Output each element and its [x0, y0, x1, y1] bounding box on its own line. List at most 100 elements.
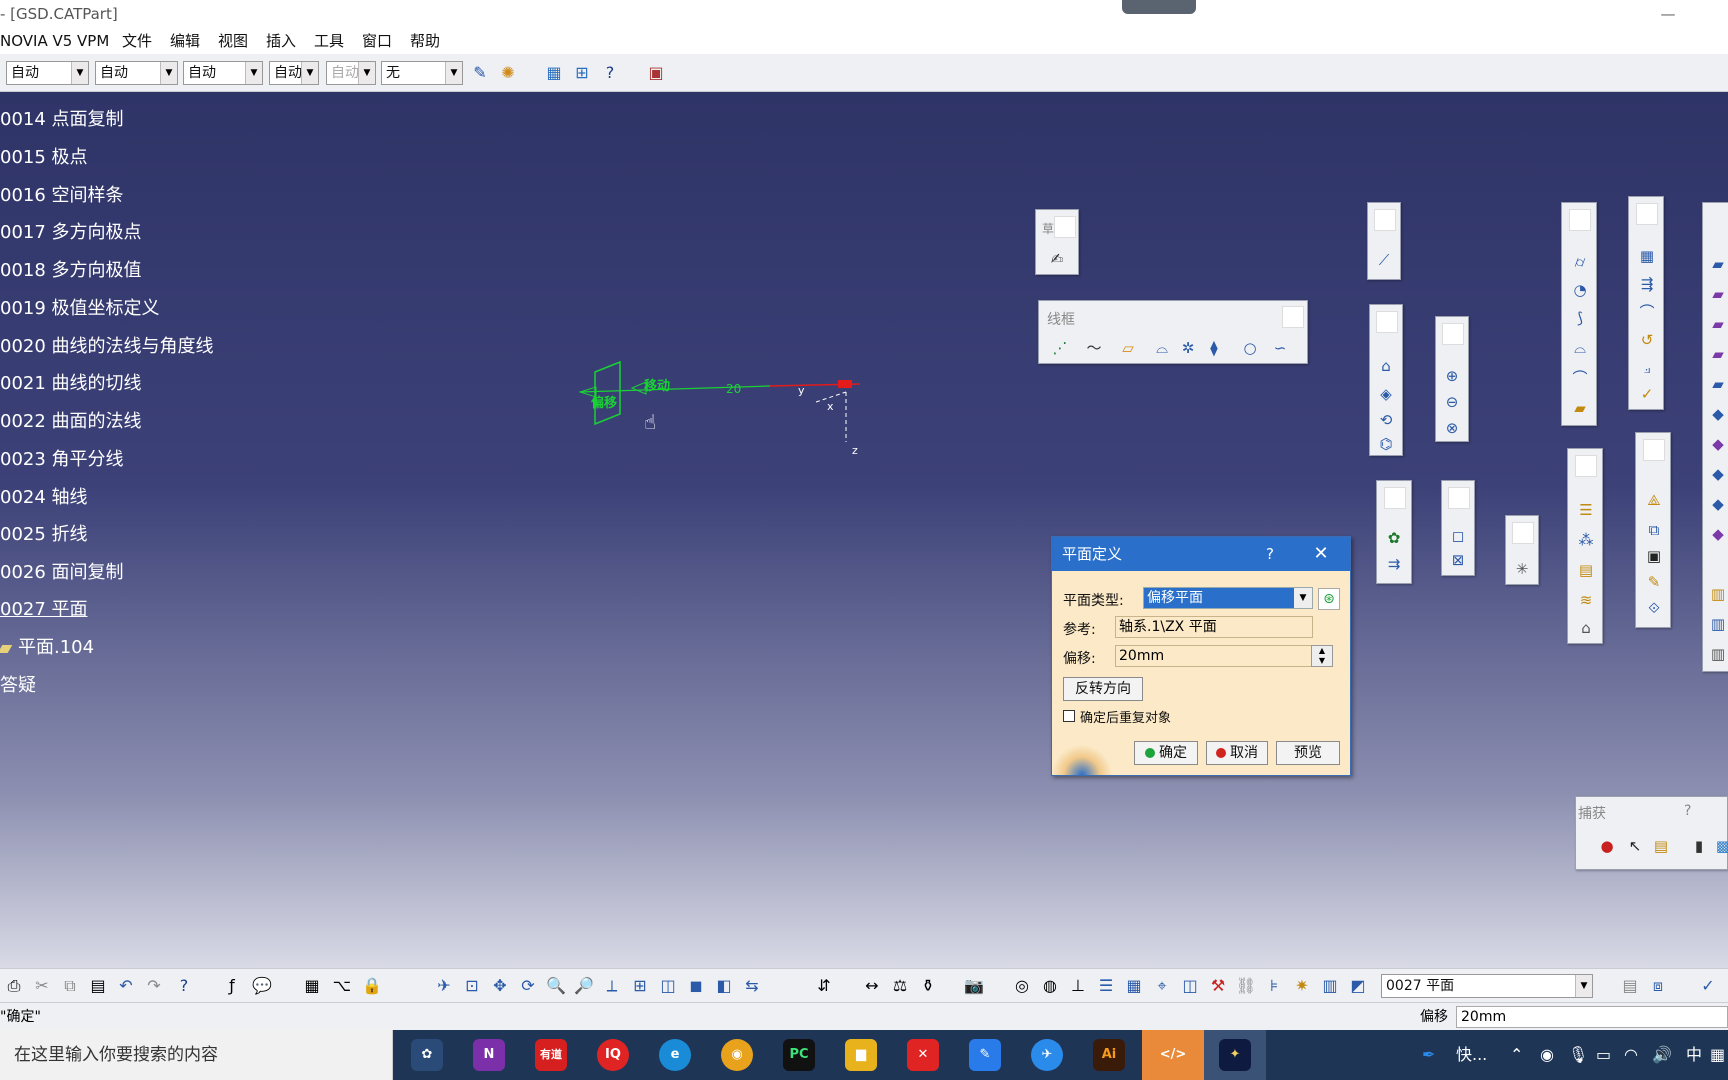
inertia-icon[interactable]: ⚖ [888, 974, 912, 998]
work-support-icon[interactable]: ⧉ [1643, 519, 1665, 541]
point-type-combo[interactable]: 自动 ▼ [326, 61, 376, 85]
cylinder-icon[interactable]: ⌭ [1569, 251, 1591, 273]
material-icon[interactable]: ▣ [644, 61, 668, 85]
close-icon[interactable] [1575, 455, 1597, 477]
menu-edit[interactable]: 编辑 [170, 28, 200, 54]
line-type-combo[interactable]: 自动 ▼ [269, 61, 319, 85]
tree-node[interactable]: 0024 轴线 [0, 483, 88, 509]
city-icon[interactable]: ▥ [1707, 583, 1728, 605]
city-icon[interactable]: ▥ [1707, 613, 1728, 635]
solid-icon[interactable]: ◆ [1707, 403, 1728, 425]
tree-node[interactable]: 0019 极值坐标定义 [0, 294, 160, 320]
menu-file[interactable]: 文件 [122, 28, 152, 54]
frame-icon[interactable]: ⧈ [1646, 974, 1670, 998]
cube-icon[interactable]: ◫ [1178, 974, 1202, 998]
brush-icon[interactable]: ✎ [468, 61, 492, 85]
surface-icon[interactable]: ▰ [1707, 373, 1728, 395]
dress-up-icon[interactable]: ✳ [1511, 558, 1533, 580]
solid-icon[interactable]: ◆ [1707, 433, 1728, 455]
grid-icon[interactable]: ⊞ [570, 61, 594, 85]
sketch-icon[interactable]: ▦ [542, 61, 566, 85]
cancel-button[interactable]: 取消 [1206, 741, 1268, 765]
feishu-icon[interactable]: ✈ [1031, 1039, 1063, 1071]
close-icon[interactable] [1643, 439, 1665, 461]
curve-analysis-icon[interactable]: ⟋ [1373, 249, 1395, 271]
edge-icon[interactable]: e [659, 1039, 691, 1071]
menu-view[interactable]: 视图 [218, 28, 248, 54]
minimize-button[interactable]: — [1648, 0, 1688, 28]
normal-view-icon[interactable]: ⟂ [600, 974, 624, 998]
grid-icon[interactable]: ▦ [1122, 974, 1146, 998]
plane-type-lock-icon[interactable]: ⊛ [1318, 588, 1340, 610]
plane-icon[interactable]: ▱ [1117, 337, 1139, 359]
reference-icon[interactable]: ⟐ [1643, 597, 1665, 619]
layers-icon[interactable]: ≋ [1575, 589, 1597, 611]
snap-point-icon[interactable]: ▣ [1643, 545, 1665, 567]
tray-app-icon[interactable]: ◉ [1540, 1030, 1554, 1080]
close-icon[interactable] [1282, 306, 1304, 328]
template-icon[interactable]: ⌂ [1575, 617, 1597, 639]
help-icon[interactable]: ? [598, 61, 622, 85]
join-icon[interactable]: ⊕ [1441, 365, 1463, 387]
measure-icon[interactable]: ↔ [860, 974, 884, 998]
split-icon[interactable]: ⊖ [1441, 391, 1463, 413]
help-icon[interactable]: ? [1684, 803, 1691, 819]
zoom-in-icon[interactable]: 🔍 [544, 974, 568, 998]
swirl-icon[interactable]: ◎ [1010, 974, 1034, 998]
surface-icon[interactable]: ▰ [1707, 283, 1728, 305]
tree-node[interactable]: 0020 曲线的法线与角度线 [0, 332, 214, 358]
dialog-help-button[interactable]: ? [1260, 537, 1280, 571]
law-icon[interactable]: ⟓ [1636, 357, 1658, 379]
tray-overflow-icon[interactable]: ▦ [1710, 1030, 1725, 1080]
hierarchy-icon[interactable]: ⊧ [1262, 974, 1286, 998]
table-edit-icon[interactable]: ▤ [1618, 974, 1642, 998]
point-icon[interactable]: ⋰ [1049, 337, 1071, 359]
layer-icon[interactable]: ▰ [1569, 397, 1591, 419]
table-icon[interactable]: ▦ [300, 974, 324, 998]
projection-icon[interactable]: ⌓ [1151, 337, 1173, 359]
youdao-icon[interactable]: 有道 [535, 1039, 567, 1071]
plane-type-select[interactable]: 偏移平面 ▼ [1143, 587, 1313, 609]
close-icon[interactable] [1512, 522, 1534, 544]
tree-node[interactable]: 0018 多方向极值 [0, 256, 142, 282]
stack-icon[interactable]: ☰ [1575, 499, 1597, 521]
copy-icon[interactable]: ⧉ [58, 974, 82, 998]
tree-node[interactable]: 0015 极点 [0, 143, 88, 169]
window-handle[interactable] [1122, 0, 1196, 14]
pen-icon[interactable]: ✒ [1422, 1030, 1435, 1080]
solid-icon[interactable]: ◆ [1707, 493, 1728, 515]
tree-node[interactable]: 0025 折线 [0, 520, 88, 546]
spell-check-icon[interactable]: ✓ [1696, 974, 1720, 998]
revolve-icon[interactable]: ◈ [1375, 383, 1397, 405]
transparency-combo[interactable]: 自动 ▼ [95, 61, 178, 85]
close-icon[interactable] [1054, 216, 1076, 238]
menu-product[interactable]: NOVIA V5 VPM [0, 28, 109, 54]
axis-icon[interactable]: ⊥ [1066, 974, 1090, 998]
comment-icon[interactable]: 💬 [250, 974, 274, 998]
chevron-down-icon[interactable]: ▼ [1294, 588, 1312, 608]
tree-node[interactable]: 0026 面间复制 [0, 558, 124, 584]
stack-icon[interactable]: ▥ [1318, 974, 1342, 998]
formula-icon[interactable]: ƒ [220, 974, 244, 998]
zoom-out-icon[interactable]: 🔎 [572, 974, 596, 998]
status-offset-input[interactable]: 20mm [1456, 1006, 1728, 1028]
catia-task[interactable]: ✦ [1204, 1030, 1266, 1080]
camera-icon[interactable]: 📷 [962, 974, 986, 998]
close-icon[interactable] [1448, 487, 1470, 509]
axis-system-icon[interactable]: ⟁ [1643, 489, 1665, 511]
trim-icon[interactable]: ⊗ [1441, 417, 1463, 439]
devtools-task[interactable]: </> [1142, 1030, 1204, 1080]
close-icon[interactable] [1384, 487, 1406, 509]
compass-icon[interactable]: ⌖ [1150, 974, 1174, 998]
properties-icon[interactable]: ▤ [1650, 835, 1672, 857]
menu-insert[interactable]: 插入 [266, 28, 296, 54]
paste-icon[interactable]: ▤ [86, 974, 110, 998]
sphere-icon[interactable]: ◍ [1038, 974, 1062, 998]
lock-icon[interactable]: 🔒 [360, 974, 384, 998]
sweep-icon[interactable]: ⟲ [1375, 409, 1397, 431]
chrome-icon[interactable]: ◉ [721, 1039, 753, 1071]
close-icon[interactable] [1442, 323, 1464, 345]
chevron-down-icon[interactable]: ▼ [245, 62, 262, 84]
color-combo[interactable]: 自动 ▼ [6, 61, 89, 85]
folder-icon[interactable]: ▆ [845, 1039, 877, 1071]
